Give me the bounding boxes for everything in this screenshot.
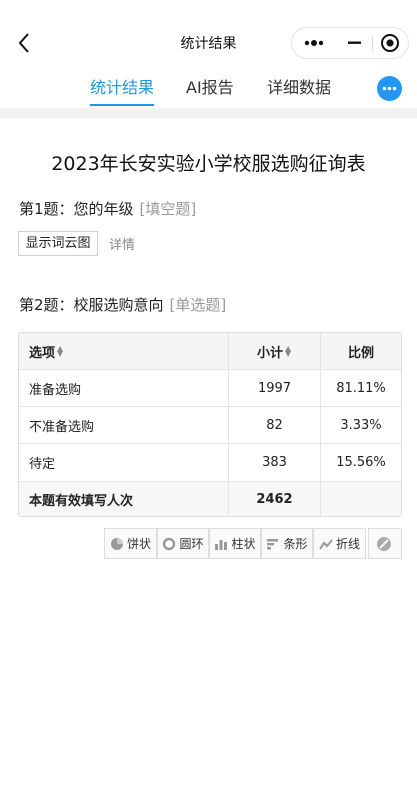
horizontal-bar-label: 条形 bbox=[283, 537, 308, 551]
question-1-label: 第1题：您的年级 bbox=[19, 200, 134, 218]
header-count-label: 小计 bbox=[256, 345, 283, 361]
miniprogram-capsule bbox=[291, 27, 409, 59]
sort-icon: ▲ ▼ bbox=[285, 344, 292, 358]
question-2-label: 第2题：校服选购意向 bbox=[19, 296, 164, 314]
results-table: 选项 ▲ ▼ 小计 ▲ ▼ 比例 准备选购 1997 81.11% 不准备选购 82… bbox=[18, 332, 402, 517]
table-header-row: 选项 ▲ ▼ 小计 ▲ ▼ 比例 bbox=[19, 333, 401, 370]
question-1-header: 第1题：您的年级 [填空题] bbox=[19, 198, 196, 219]
donut-chart-icon bbox=[163, 537, 176, 550]
horizontal-bar-icon bbox=[267, 538, 279, 549]
result-tabs: 统计结果 AI报告 详细数据 bbox=[0, 68, 417, 108]
header-count[interactable]: 小计 ▲ ▼ bbox=[229, 333, 321, 369]
footer-count: 2462 bbox=[229, 482, 321, 516]
tab-ai-report[interactable]: AI报告 bbox=[186, 74, 234, 98]
question-2-header: 第2题：校服选购意向 [单选题] bbox=[19, 294, 226, 315]
count-cell: 82 bbox=[229, 407, 321, 443]
sort-icon: ▲ ▼ bbox=[57, 344, 64, 358]
header-ratio: 比例 bbox=[347, 345, 374, 361]
more-dots-icon[interactable] bbox=[292, 28, 338, 58]
count-cell: 383 bbox=[229, 444, 321, 481]
tab-detail-data[interactable]: 详细数据 bbox=[267, 74, 331, 98]
pie-chart-label: 饼状 bbox=[126, 537, 151, 551]
count-cell: 1997 bbox=[229, 370, 321, 406]
close-miniprogram-icon[interactable] bbox=[372, 28, 409, 58]
donut-chart-label: 圆环 bbox=[179, 537, 204, 551]
table-row: 待定 383 15.56% bbox=[19, 444, 401, 482]
hide-chart-button[interactable] bbox=[368, 528, 402, 559]
table-footer-row: 本题有效填写人次 2462 bbox=[19, 482, 401, 516]
header-option[interactable]: 选项 ▲ ▼ bbox=[19, 333, 229, 369]
line-chart-button[interactable]: 折线 bbox=[313, 528, 366, 559]
hide-chart-icon bbox=[376, 536, 391, 551]
show-wordcloud-button[interactable]: 显示词云图 bbox=[18, 231, 98, 256]
tab-statistics[interactable]: 统计结果 bbox=[90, 74, 154, 98]
top-navbar: 统计结果 bbox=[0, 0, 417, 64]
ratio-cell: 81.11% bbox=[336, 380, 386, 396]
header-option-label: 选项 bbox=[29, 345, 56, 361]
bar-chart-button[interactable]: 柱状 bbox=[209, 528, 261, 559]
survey-title: 2023年长安实验小学校服选购征询表 bbox=[51, 153, 366, 175]
pie-chart-button[interactable]: 饼状 bbox=[104, 528, 157, 559]
pie-chart-icon bbox=[110, 537, 123, 550]
line-chart-icon bbox=[319, 538, 333, 550]
minimize-icon[interactable] bbox=[338, 28, 372, 58]
table-row: 准备选购 1997 81.11% bbox=[19, 370, 401, 407]
donut-chart-button[interactable]: 圆环 bbox=[157, 528, 209, 559]
bar-chart-icon bbox=[215, 539, 228, 550]
option-cell: 待定 bbox=[19, 444, 229, 481]
active-tab-indicator bbox=[90, 104, 154, 106]
more-options-button[interactable] bbox=[377, 76, 402, 101]
line-chart-label: 折线 bbox=[335, 537, 360, 551]
option-cell: 准备选购 bbox=[19, 370, 229, 406]
ratio-cell: 3.33% bbox=[340, 417, 382, 433]
ratio-cell: 15.56% bbox=[336, 455, 386, 470]
ellipsis-icon bbox=[382, 86, 397, 91]
footer-label: 本题有效填写人次 bbox=[19, 482, 229, 516]
option-cell: 不准备选购 bbox=[19, 407, 229, 443]
question-1-type: [填空题] bbox=[139, 200, 197, 218]
footer-empty bbox=[321, 482, 401, 516]
question-2-type: [单选题] bbox=[169, 296, 227, 314]
bar-chart-label: 柱状 bbox=[231, 537, 256, 551]
chart-type-toolbar: 饼状 圆环 柱状 条形 折线 bbox=[104, 528, 402, 559]
detail-link[interactable]: 详情 bbox=[109, 234, 135, 253]
horizontal-bar-button[interactable]: 条形 bbox=[261, 528, 313, 559]
section-separator bbox=[0, 108, 417, 118]
table-row: 不准备选购 82 3.33% bbox=[19, 407, 401, 444]
